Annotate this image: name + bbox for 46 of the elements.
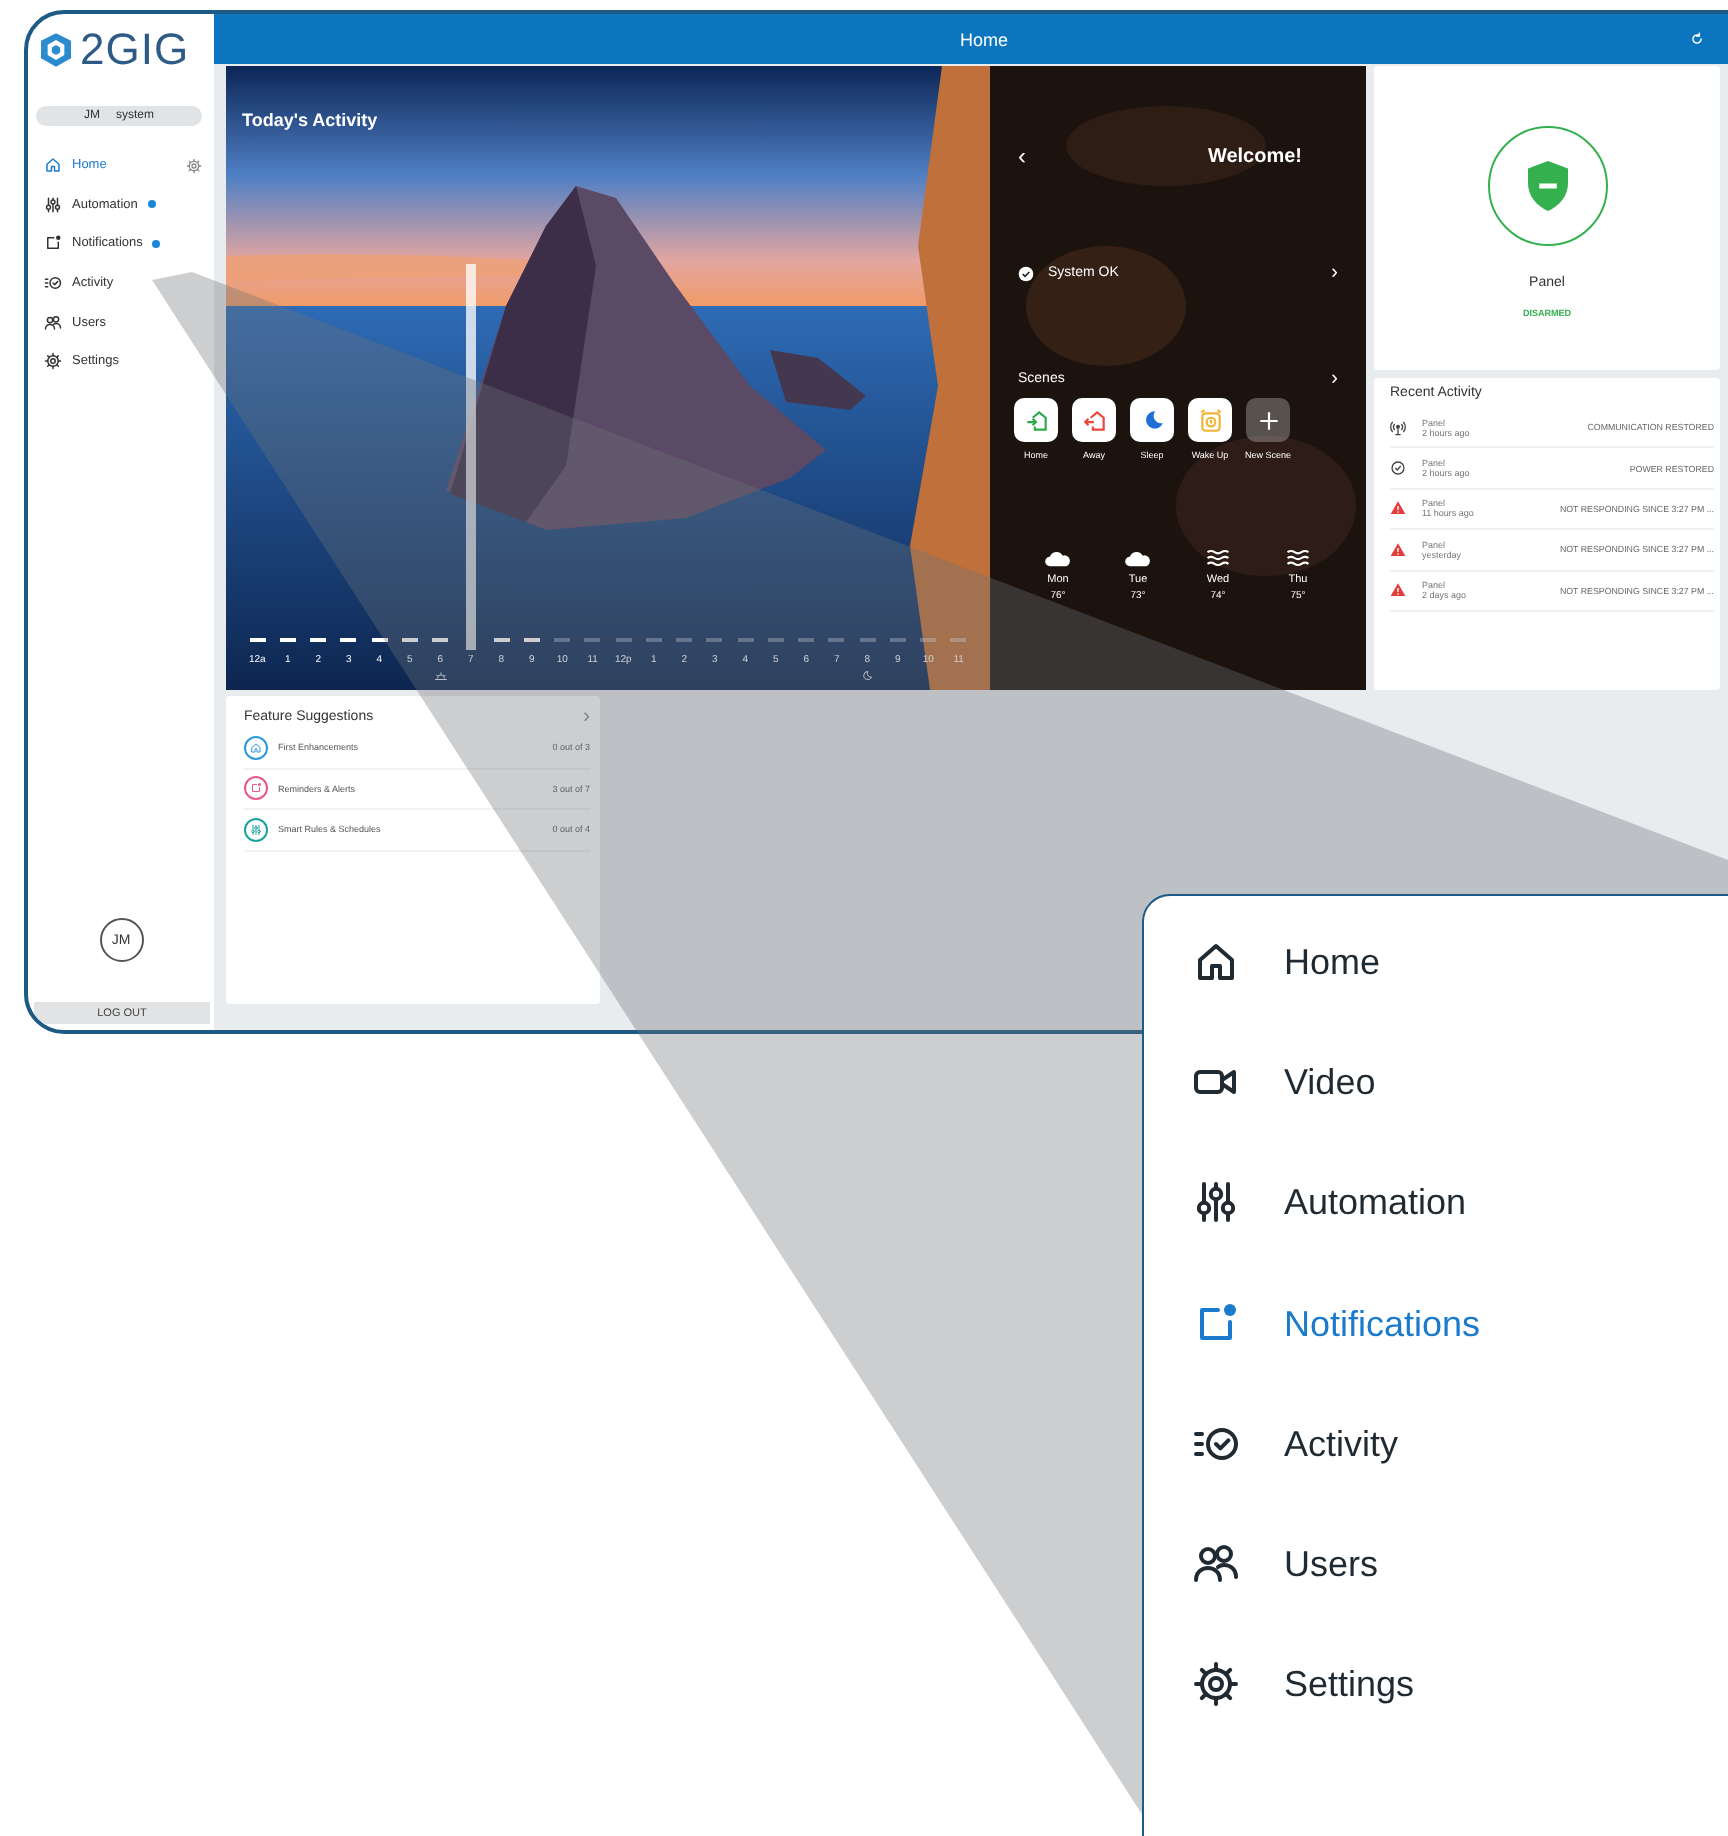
- fog-icon: [1204, 548, 1232, 568]
- menu-item[interactable]: Notifications: [1144, 1303, 1728, 1424]
- welcome-title: Welcome!: [1207, 145, 1302, 167]
- fog-icon: [1284, 548, 1312, 568]
- settings-icon[interactable]: [186, 157, 202, 174]
- window-title: Home: [957, 29, 1010, 49]
- home-icon: [44, 156, 62, 175]
- menu-item[interactable]: Users: [1144, 1543, 1728, 1665]
- alert-icon: [1390, 541, 1406, 558]
- shield-icon[interactable]: [1487, 126, 1607, 246]
- refresh-icon[interactable]: [1690, 32, 1704, 46]
- check-icon: [1018, 265, 1034, 281]
- chevron: ›: [1331, 368, 1338, 390]
- back-chevron[interactable]: ‹: [1018, 142, 1026, 170]
- logo-icon: [36, 30, 76, 70]
- scene-button[interactable]: [1188, 398, 1232, 442]
- menu-item[interactable]: Activity: [1144, 1423, 1728, 1544]
- alert-icon: [1390, 500, 1406, 517]
- menu-item[interactable]: Automation: [1144, 1182, 1728, 1304]
- alert-icon: [1390, 582, 1406, 599]
- users-icon: [44, 313, 62, 332]
- sunrise-icon: [433, 670, 448, 682]
- check-circle-icon: [1390, 460, 1406, 477]
- moon-icon: [860, 670, 875, 682]
- scene-button[interactable]: [1072, 398, 1116, 442]
- settings-icon: [1192, 1660, 1240, 1709]
- antenna-icon: [1390, 419, 1406, 436]
- chevron: ›: [1331, 262, 1338, 284]
- card-title: Today's Activity: [242, 110, 380, 130]
- menu-item[interactable]: Video: [1144, 1062, 1728, 1183]
- menu-item[interactable]: Home: [1144, 942, 1728, 1063]
- users-icon: [1192, 1539, 1240, 1588]
- menu-item[interactable]: Settings: [1144, 1664, 1728, 1785]
- cloud-icon: [1124, 548, 1152, 568]
- brand-logo: 2GIG: [80, 24, 190, 76]
- home-icon: [1192, 938, 1240, 986]
- automation-icon: [1192, 1178, 1240, 1227]
- activity-icon: [44, 274, 62, 293]
- scene-button[interactable]: [1014, 398, 1058, 442]
- plus-icon: [1255, 407, 1281, 433]
- automation-icon: [44, 195, 62, 214]
- scene-button[interactable]: [1246, 398, 1290, 442]
- settings-icon: [44, 352, 62, 371]
- cloud-icon: [1044, 548, 1072, 568]
- scene-button[interactable]: [1130, 398, 1174, 442]
- notifications-icon: [44, 234, 62, 253]
